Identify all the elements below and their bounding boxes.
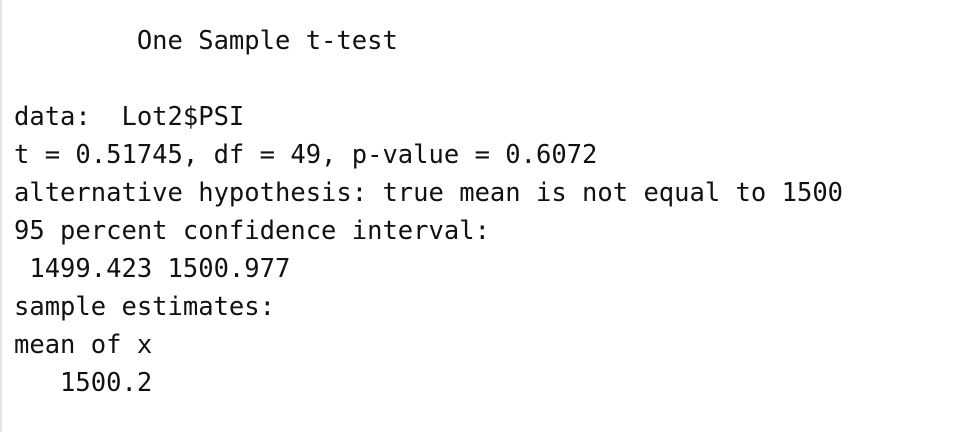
- confidence-interval-header: 95 percent confidence interval:: [14, 216, 490, 246]
- test-title: One Sample t-test: [14, 26, 398, 56]
- estimate-value: 1500.2: [14, 368, 153, 398]
- panel-border: [0, 0, 2, 432]
- estimate-label: mean of x: [14, 330, 153, 360]
- confidence-interval-values: 1499.423 1500.977: [14, 254, 291, 284]
- console-output: One Sample t-test data: Lot2$PSI t = 0.5…: [0, 0, 974, 432]
- sample-estimates-header: sample estimates:: [14, 292, 275, 322]
- alternative-hypothesis-line: alternative hypothesis: true mean is not…: [14, 178, 844, 208]
- data-line: data: Lot2$PSI: [14, 102, 245, 132]
- statistic-line: t = 0.51745, df = 49, p-value = 0.6072: [14, 140, 598, 170]
